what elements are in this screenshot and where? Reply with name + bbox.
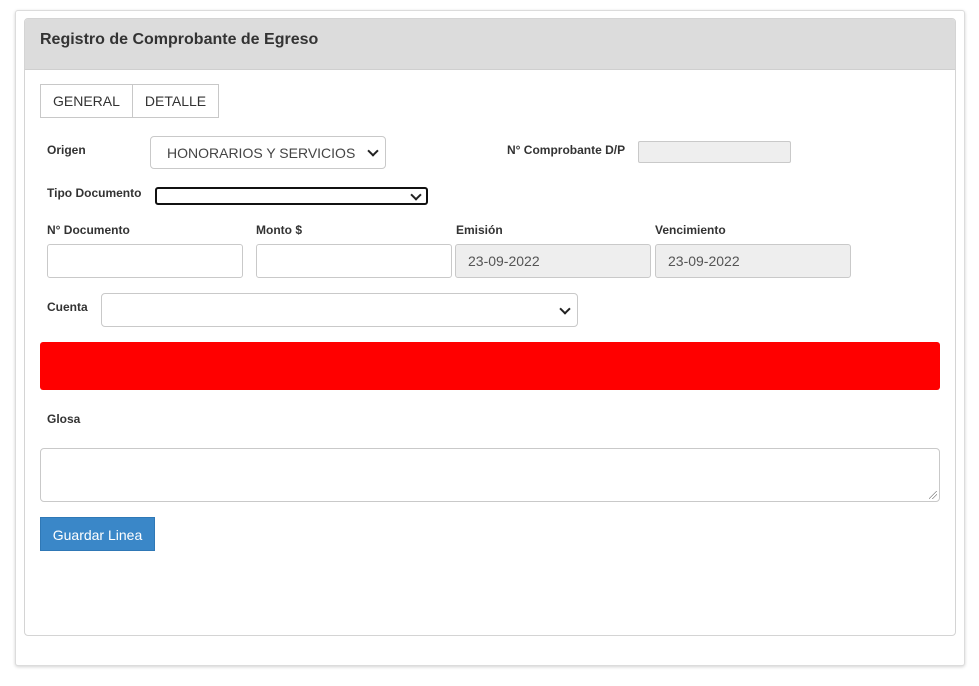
origen-label: Origen — [47, 143, 86, 157]
alert-bar — [40, 342, 940, 390]
emision-label: Emisión — [456, 223, 503, 237]
nro-documento-input[interactable] — [47, 244, 243, 278]
emision-input[interactable]: 23-09-2022 — [455, 244, 651, 278]
origen-selected-value: HONORARIOS Y SERVICIOS — [167, 145, 356, 161]
page-container: Registro de Comprobante de Egreso GENERA… — [15, 10, 965, 666]
glosa-label: Glosa — [47, 412, 81, 426]
cuenta-select[interactable] — [101, 293, 578, 327]
tipo-documento-label: Tipo Documento — [47, 186, 142, 200]
save-line-button[interactable]: Guardar Linea — [40, 517, 155, 551]
chevron-down-icon — [559, 303, 571, 315]
monto-label: Monto $ — [256, 223, 302, 237]
vencimiento-label: Vencimiento — [655, 223, 726, 237]
origen-select[interactable]: HONORARIOS Y SERVICIOS — [150, 136, 386, 169]
tipo-documento-select[interactable] — [155, 187, 428, 205]
tab-general[interactable]: GENERAL — [40, 84, 133, 118]
vencimiento-value: 23-09-2022 — [668, 253, 740, 269]
emision-value: 23-09-2022 — [468, 253, 540, 269]
nro-documento-label: N° Documento — [47, 223, 130, 237]
glosa-textarea[interactable] — [40, 448, 940, 502]
comprobante-input[interactable] — [638, 141, 791, 163]
form-panel: Registro de Comprobante de Egreso GENERA… — [24, 18, 956, 636]
resize-grip-icon[interactable] — [929, 491, 937, 499]
chevron-down-icon — [410, 189, 422, 201]
tab-detalle[interactable]: DETALLE — [132, 84, 220, 118]
monto-input[interactable] — [256, 244, 452, 278]
chevron-down-icon — [367, 145, 379, 157]
vencimiento-input[interactable]: 23-09-2022 — [655, 244, 851, 278]
tab-bar: GENERAL DETALLE — [40, 84, 220, 118]
cuenta-label: Cuenta — [47, 300, 88, 314]
comprobante-label: N° Comprobante D/P — [507, 143, 626, 157]
panel-heading: Registro de Comprobante de Egreso — [25, 19, 955, 70]
page-title: Registro de Comprobante de Egreso — [40, 31, 319, 48]
